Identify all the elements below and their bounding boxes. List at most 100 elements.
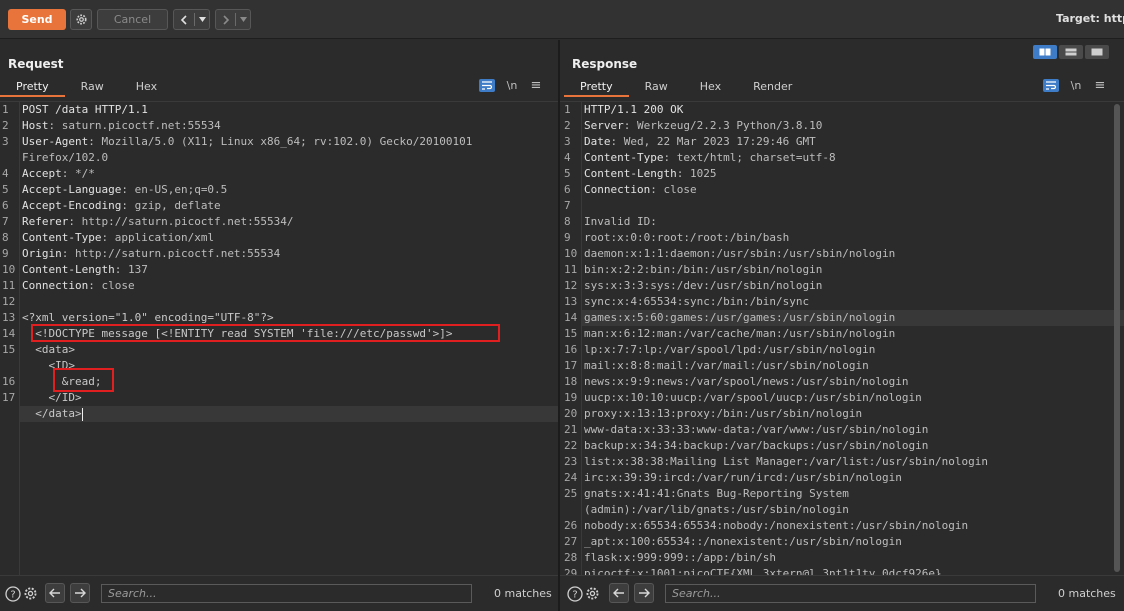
response-body-line[interactable]: 29 picoctf:x:1001:picoCTF{XML_3xtern@l_3n… (560, 566, 1124, 575)
request-header-line[interactable]: 6 Accept-Encoding: gzip, deflate (0, 198, 558, 214)
tab-render[interactable]: Render (737, 77, 808, 97)
response-body-line[interactable]: 15 man:x:6:12:man:/var/cache/man:/usr/sbi… (560, 326, 1124, 342)
request-header-line[interactable]: 11 Connection: close (0, 278, 558, 294)
response-body-line[interactable]: 26 nobody:x:65534:65534:nobody:/nonexiste… (560, 518, 1124, 534)
tab-pretty[interactable]: Pretty (564, 77, 629, 97)
response-header-line[interactable]: 1 HTTP/1.1 200 OK (560, 102, 1124, 118)
response-body-line[interactable]: 13 sync:x:4:65534:sync:/bin:/bin/sync (560, 294, 1124, 310)
request-header-line[interactable]: 3 User-Agent: Mozilla/5.0 (X11; Linux x86… (0, 134, 558, 150)
newline-toggle-button[interactable]: \n (1067, 79, 1085, 92)
request-search-bar: ? Search... 0 matches (0, 575, 558, 611)
response-body-line[interactable]: 19 uucp:x:10:10:uucp:/var/spool/uucp:/usr… (560, 390, 1124, 406)
request-header-line[interactable]: 9 Origin: http://saturn.picoctf.net:55534 (0, 246, 558, 262)
tab-raw[interactable]: Raw (629, 77, 684, 97)
search-input[interactable]: Search... (101, 584, 472, 603)
search-input[interactable]: Search... (665, 584, 1036, 603)
line-text: (admin):/var/lib/gnats:/usr/sbin/nologin (584, 503, 849, 516)
response-body-line[interactable]: (admin):/var/lib/gnats:/usr/sbin/nologin (560, 502, 1124, 518)
response-editor-tools: \n ≡ (1043, 78, 1107, 93)
history-forward-button[interactable] (215, 9, 251, 30)
response-body-line[interactable]: 20 proxy:x:13:13:proxy:/bin:/usr/sbin/nol… (560, 406, 1124, 422)
response-header-line[interactable]: 5 Content-Length: 1025 (560, 166, 1124, 182)
request-header-line[interactable]: 10 Content-Length: 137 (0, 262, 558, 278)
response-editor[interactable]: 1 HTTP/1.1 200 OK 2 Server: Werkzeug/2.2.3 … (560, 101, 1124, 575)
tab-hex[interactable]: Hex (684, 77, 737, 97)
line-number: 2 (564, 119, 571, 132)
response-body-line[interactable]: 28 flask:x:999:999::/app:/bin/sh (560, 550, 1124, 566)
tab-raw[interactable]: Raw (65, 77, 120, 97)
request-body-line[interactable]: 17 </ID> (0, 390, 558, 406)
response-body-line[interactable]: 17 mail:x:8:8:mail:/var/mail:/usr/sbin/no… (560, 358, 1124, 374)
request-header-line[interactable]: 12 (0, 294, 558, 310)
line-text: Invalid ID: (584, 215, 657, 228)
request-body-line[interactable]: </data> (0, 406, 558, 422)
wrap-lines-button[interactable] (479, 79, 495, 92)
response-body-line[interactable]: 24 irc:x:39:39:ircd:/var/run/ircd:/usr/sb… (560, 470, 1124, 486)
response-body-line[interactable]: 12 sys:x:3:3:sys:/dev:/usr/sbin/nologin (560, 278, 1124, 294)
newline-toggle-button[interactable]: \n (503, 79, 521, 92)
request-header-line[interactable]: 4 Accept: */* (0, 166, 558, 182)
arrow-left-icon (49, 588, 60, 598)
match-count: 0 matches (494, 587, 552, 600)
line-number: 6 (564, 183, 571, 196)
cancel-button[interactable]: Cancel (97, 9, 168, 30)
line-number: 16 (2, 375, 16, 388)
response-body-line[interactable]: 14 games:x:5:60:games:/usr/games:/usr/sbi… (560, 310, 1124, 326)
line-text: proxy:x:13:13:proxy:/bin:/usr/sbin/nolog… (584, 407, 863, 420)
response-body-line[interactable]: 23 list:x:38:38:Mailing List Manager:/var… (560, 454, 1124, 470)
search-previous-button[interactable] (609, 583, 629, 603)
request-header-line[interactable]: 1 POST /data HTTP/1.1 (0, 102, 558, 118)
tab-pretty[interactable]: Pretty (0, 77, 65, 97)
response-body-line[interactable]: 8 Invalid ID: (560, 214, 1124, 230)
gear-icon[interactable] (584, 585, 601, 602)
response-body-line[interactable]: 16 lp:x:7:7:lp:/var/spool/lpd:/usr/sbin/n… (560, 342, 1124, 358)
gear-icon[interactable] (22, 585, 39, 602)
menu-icon[interactable]: ≡ (529, 78, 543, 93)
search-previous-button[interactable] (45, 583, 65, 603)
request-editor[interactable]: 1 POST /data HTTP/1.1 2 Host: saturn.picoct… (0, 101, 558, 575)
vertical-scrollbar[interactable] (1114, 104, 1120, 572)
send-button[interactable]: Send (8, 9, 66, 30)
wrap-lines-button[interactable] (1043, 79, 1059, 92)
line-text: daemon:x:1:1:daemon:/usr/sbin:/usr/sbin/… (584, 247, 896, 260)
response-body-line[interactable]: 18 news:x:9:9:news:/var/spool/news:/usr/s… (560, 374, 1124, 390)
response-header-line[interactable]: 3 Date: Wed, 22 Mar 2023 17:29:46 GMT (560, 134, 1124, 150)
response-body-line[interactable]: 9 root:x:0:0:root:/root:/bin/bash (560, 230, 1124, 246)
request-header-line[interactable]: 5 Accept-Language: en-US,en;q=0.5 (0, 182, 558, 198)
layout-tabs-button[interactable] (1085, 45, 1109, 59)
history-back-button[interactable] (173, 9, 210, 30)
request-body-line[interactable]: 15 <data> (0, 342, 558, 358)
response-header-line[interactable]: 2 Server: Werkzeug/2.2.3 Python/3.8.10 (560, 118, 1124, 134)
search-next-button[interactable] (70, 583, 90, 603)
line-text: lp:x:7:7:lp:/var/spool/lpd:/usr/sbin/nol… (584, 343, 876, 356)
help-icon[interactable]: ? (4, 585, 21, 602)
response-header-line[interactable]: 4 Content-Type: text/html; charset=utf-8 (560, 150, 1124, 166)
response-header-line[interactable]: 7 (560, 198, 1124, 214)
menu-icon[interactable]: ≡ (1093, 78, 1107, 93)
response-body-line[interactable]: 10 daemon:x:1:1:daemon:/usr/sbin:/usr/sbi… (560, 246, 1124, 262)
line-number: 15 (2, 343, 16, 356)
response-code[interactable]: 1 HTTP/1.1 200 OK 2 Server: Werkzeug/2.2.3 … (560, 102, 1124, 575)
target-label[interactable]: Target: http:// (1056, 12, 1124, 25)
help-icon[interactable]: ? (566, 585, 583, 602)
settings-button[interactable] (70, 9, 92, 30)
layout-stacked-button[interactable] (1059, 45, 1083, 59)
line-text: Connection: close (584, 183, 697, 196)
search-next-button[interactable] (634, 583, 654, 603)
line-number: 20 (564, 407, 578, 420)
response-header-line[interactable]: 6 Connection: close (560, 182, 1124, 198)
line-number: 22 (564, 439, 578, 452)
line-text: www-data:x:33:33:www-data:/var/www:/usr/… (584, 423, 929, 436)
line-text: User-Agent: Mozilla/5.0 (X11; Linux x86_… (22, 135, 473, 148)
tab-hex[interactable]: Hex (120, 77, 173, 97)
request-header-line[interactable]: 7 Referer: http://saturn.picoctf.net:5553… (0, 214, 558, 230)
response-body-line[interactable]: 11 bin:x:2:2:bin:/bin:/usr/sbin/nologin (560, 262, 1124, 278)
response-body-line[interactable]: 25 gnats:x:41:41:Gnats Bug-Reporting Syst… (560, 486, 1124, 502)
request-header-line[interactable]: 8 Content-Type: application/xml (0, 230, 558, 246)
request-header-line[interactable]: Firefox/102.0 (0, 150, 558, 166)
response-body-line[interactable]: 27 _apt:x:100:65534::/nonexistent:/usr/sb… (560, 534, 1124, 550)
request-header-line[interactable]: 2 Host: saturn.picoctf.net:55534 (0, 118, 558, 134)
layout-side-by-side-button[interactable] (1033, 45, 1057, 59)
response-body-line[interactable]: 22 backup:x:34:34:backup:/var/backups:/us… (560, 438, 1124, 454)
response-body-line[interactable]: 21 www-data:x:33:33:www-data:/var/www:/us… (560, 422, 1124, 438)
